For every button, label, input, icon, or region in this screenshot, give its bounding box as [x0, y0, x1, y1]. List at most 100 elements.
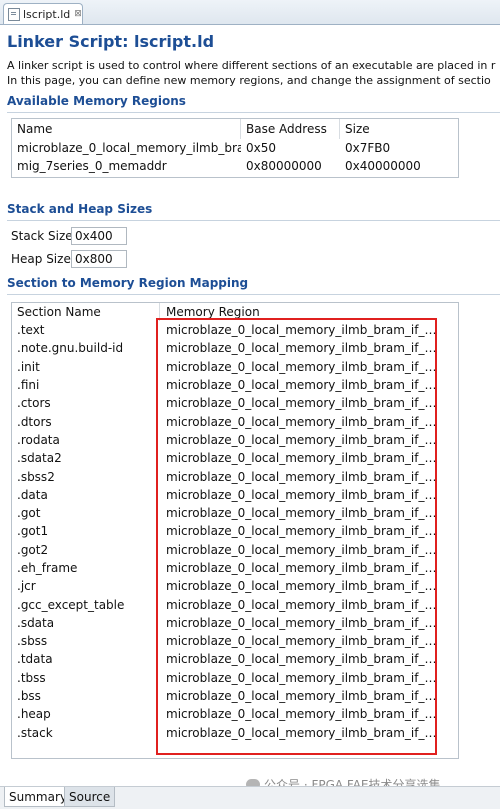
memory-region-cell[interactable]: microblaze_0_local_memory_ilmb_bram_if_c… [160, 652, 440, 666]
memory-region-cell[interactable]: microblaze_0_local_memory_ilmb_bram_if_c… [160, 671, 440, 685]
table-row[interactable]: .sbss microblaze_0_local_memory_ilmb_bram… [12, 632, 458, 650]
region-name: mig_7series_0_memaddr [17, 159, 167, 173]
memory-region-cell[interactable]: microblaze_0_local_memory_ilmb_bram_if_c… [160, 433, 440, 447]
table-row[interactable]: .sdata microblaze_0_local_memory_ilmb_bra… [12, 614, 458, 632]
memory-region-cell[interactable]: microblaze_0_local_memory_ilmb_bram_if_c… [160, 415, 440, 429]
table-row[interactable]: .tbss microblaze_0_local_memory_ilmb_bram… [12, 669, 458, 687]
file-icon [8, 7, 20, 21]
section-name: .bss [17, 689, 41, 704]
memory-regions-table: Name Base Address Size microblaze_0_loca… [11, 118, 459, 178]
region-base-address: 0x80000000 [246, 159, 322, 173]
table-row[interactable]: .note.gnu.build-id microblaze_0_local_mem… [12, 339, 458, 357]
section-divider [7, 220, 500, 221]
heap-size-input[interactable]: 0x800 [71, 250, 127, 268]
section-name: .heap [17, 707, 51, 722]
editor-tab-bar: lscript.ld ⊠ [0, 0, 500, 25]
section-name: .eh_frame [17, 561, 78, 575]
table-row[interactable]: .ctors microblaze_0_local_memory_ilmb_bra… [12, 394, 458, 412]
memory-region-cell[interactable]: microblaze_0_local_memory_ilmb_bram_if_c… [160, 579, 440, 593]
close-icon[interactable]: ⊠ [74, 9, 82, 19]
mapping-rows: .text microblaze_0_local_memory_ilmb_bram… [12, 321, 458, 742]
table-row[interactable]: mig_7series_0_memaddr 0x80000000 0x40000… [12, 157, 458, 175]
memory-region-cell[interactable]: microblaze_0_local_memory_ilmb_bram_if_c… [160, 488, 440, 502]
table-row[interactable]: .eh_frame microblaze_0_local_memory_ilmb_… [12, 559, 458, 577]
table-row[interactable]: .init microblaze_0_local_memory_ilmb_bram… [12, 358, 458, 376]
memory-region-cell[interactable]: microblaze_0_local_memory_ilmb_bram_if_c… [160, 616, 440, 630]
table-row[interactable]: .tdata microblaze_0_local_memory_ilmb_bra… [12, 650, 458, 668]
stack-size-input[interactable]: 0x400 [71, 227, 127, 245]
section-name: .tdata [17, 652, 53, 667]
table-row[interactable]: .rodata microblaze_0_local_memory_ilmb_br… [12, 431, 458, 449]
table-row[interactable]: .fini microblaze_0_local_memory_ilmb_bram… [12, 376, 458, 394]
section-name: .ctors [17, 396, 51, 411]
memory-region-cell[interactable]: microblaze_0_local_memory_ilmb_bram_if_c… [160, 451, 440, 465]
memory-region-cell[interactable]: microblaze_0_local_memory_ilmb_bram_if_c… [160, 543, 440, 557]
memory-region-cell[interactable]: microblaze_0_local_memory_ilmb_bram_if_c… [160, 378, 440, 392]
column-header-section-name[interactable]: Section Name [12, 303, 160, 321]
memory-region-cell[interactable]: microblaze_0_local_memory_ilmb_bram_if_c… [160, 323, 440, 337]
section-divider [7, 294, 500, 295]
section-name: .text [17, 323, 45, 338]
table-row[interactable]: .got2 microblaze_0_local_memory_ilmb_bram… [12, 541, 458, 559]
memory-region-cell[interactable]: microblaze_0_local_memory_ilmb_bram_if_c… [160, 707, 440, 721]
table-row[interactable]: .sdata2 microblaze_0_local_memory_ilmb_br… [12, 449, 458, 467]
column-header-base-address[interactable]: Base Address [241, 119, 340, 139]
editor-tab-lscript[interactable]: lscript.ld ⊠ [3, 3, 83, 24]
memory-region-cell[interactable]: microblaze_0_local_memory_ilmb_bram_if_c… [160, 360, 440, 374]
mapping-header: Section Name Memory Region [12, 303, 458, 321]
section-name: .stack [17, 725, 53, 740]
table-row[interactable]: .data microblaze_0_local_memory_ilmb_bram… [12, 486, 458, 504]
memory-region-cell[interactable]: microblaze_0_local_memory_ilmb_bram_if_c… [160, 561, 440, 575]
section-name: .sdata2 [17, 451, 62, 466]
table-row[interactable]: microblaze_0_local_memory_ilmb_bra... 0x… [12, 139, 458, 157]
editor-tab-label: lscript.ld [23, 7, 71, 21]
table-row[interactable]: .bss microblaze_0_local_memory_ilmb_bram_… [12, 687, 458, 705]
section-name: .rodata [17, 432, 60, 447]
memory-region-cell[interactable]: microblaze_0_local_memory_ilmb_bram_if_c… [160, 396, 440, 410]
description-line-2: In this page, you can define new memory … [7, 74, 491, 87]
page-description: A linker script is used to control where… [7, 58, 500, 88]
bottom-tab-bar: Summary Source [0, 786, 500, 809]
section-name: .sbss [17, 634, 48, 649]
memory-region-cell[interactable]: microblaze_0_local_memory_ilmb_bram_if_c… [160, 524, 440, 538]
region-size: 0x7FB0 [345, 141, 391, 155]
section-name: .sdata [17, 615, 55, 630]
memory-regions-header: Name Base Address Size [12, 119, 458, 139]
tab-summary[interactable]: Summary [4, 787, 72, 807]
table-row[interactable]: .got1 microblaze_0_local_memory_ilmb_bram… [12, 522, 458, 540]
section-name: .sbss2 [17, 469, 55, 484]
memory-region-cell[interactable]: microblaze_0_local_memory_ilmb_bram_if_c… [160, 634, 440, 648]
table-row[interactable]: .dtors microblaze_0_local_memory_ilmb_bra… [12, 412, 458, 430]
mapping-title: Section to Memory Region Mapping [7, 276, 249, 290]
column-header-memory-region[interactable]: Memory Region [160, 305, 260, 319]
memory-region-cell[interactable]: microblaze_0_local_memory_ilmb_bram_if_c… [160, 598, 440, 612]
region-size: 0x40000000 [345, 159, 421, 173]
table-row[interactable]: .text microblaze_0_local_memory_ilmb_bram… [12, 321, 458, 339]
section-mapping-table: Section Name Memory Region .text microbla… [11, 302, 459, 759]
column-header-size[interactable]: Size [340, 119, 458, 139]
memory-region-cell[interactable]: microblaze_0_local_memory_ilmb_bram_if_c… [160, 726, 440, 740]
tab-source[interactable]: Source [64, 787, 116, 807]
table-row[interactable]: .stack microblaze_0_local_memory_ilmb_bra… [12, 724, 458, 742]
memory-region-cell[interactable]: microblaze_0_local_memory_ilmb_bram_if_c… [160, 689, 440, 703]
section-name: .gcc_except_table [17, 597, 125, 612]
memory-regions-title: Available Memory Regions [7, 94, 186, 108]
section-name: .data [17, 487, 48, 502]
memory-region-cell[interactable]: microblaze_0_local_memory_ilmb_bram_if_c… [160, 470, 440, 484]
section-name: .got1 [17, 524, 49, 539]
region-name: microblaze_0_local_memory_ilmb_bra... [17, 141, 241, 155]
section-name: .jcr [17, 579, 36, 594]
heap-size-label: Heap Size [11, 252, 71, 266]
memory-region-cell[interactable]: microblaze_0_local_memory_ilmb_bram_if_c… [160, 506, 440, 520]
stack-heap-title: Stack and Heap Sizes [7, 202, 153, 216]
table-row[interactable]: .gcc_except_table microblaze_0_local_memo… [12, 595, 458, 613]
description-line-1: A linker script is used to control where… [7, 59, 496, 72]
section-divider [7, 112, 500, 113]
table-row[interactable]: .jcr microblaze_0_local_memory_ilmb_bram_… [12, 577, 458, 595]
table-row[interactable]: .sbss2 microblaze_0_local_memory_ilmb_bra… [12, 467, 458, 485]
column-header-name[interactable]: Name [12, 119, 241, 139]
section-name: .tbss [17, 670, 46, 685]
table-row[interactable]: .heap microblaze_0_local_memory_ilmb_bram… [12, 705, 458, 723]
table-row[interactable]: .got microblaze_0_local_memory_ilmb_bram_… [12, 504, 458, 522]
memory-region-cell[interactable]: microblaze_0_local_memory_ilmb_bram_if_c… [160, 341, 440, 355]
